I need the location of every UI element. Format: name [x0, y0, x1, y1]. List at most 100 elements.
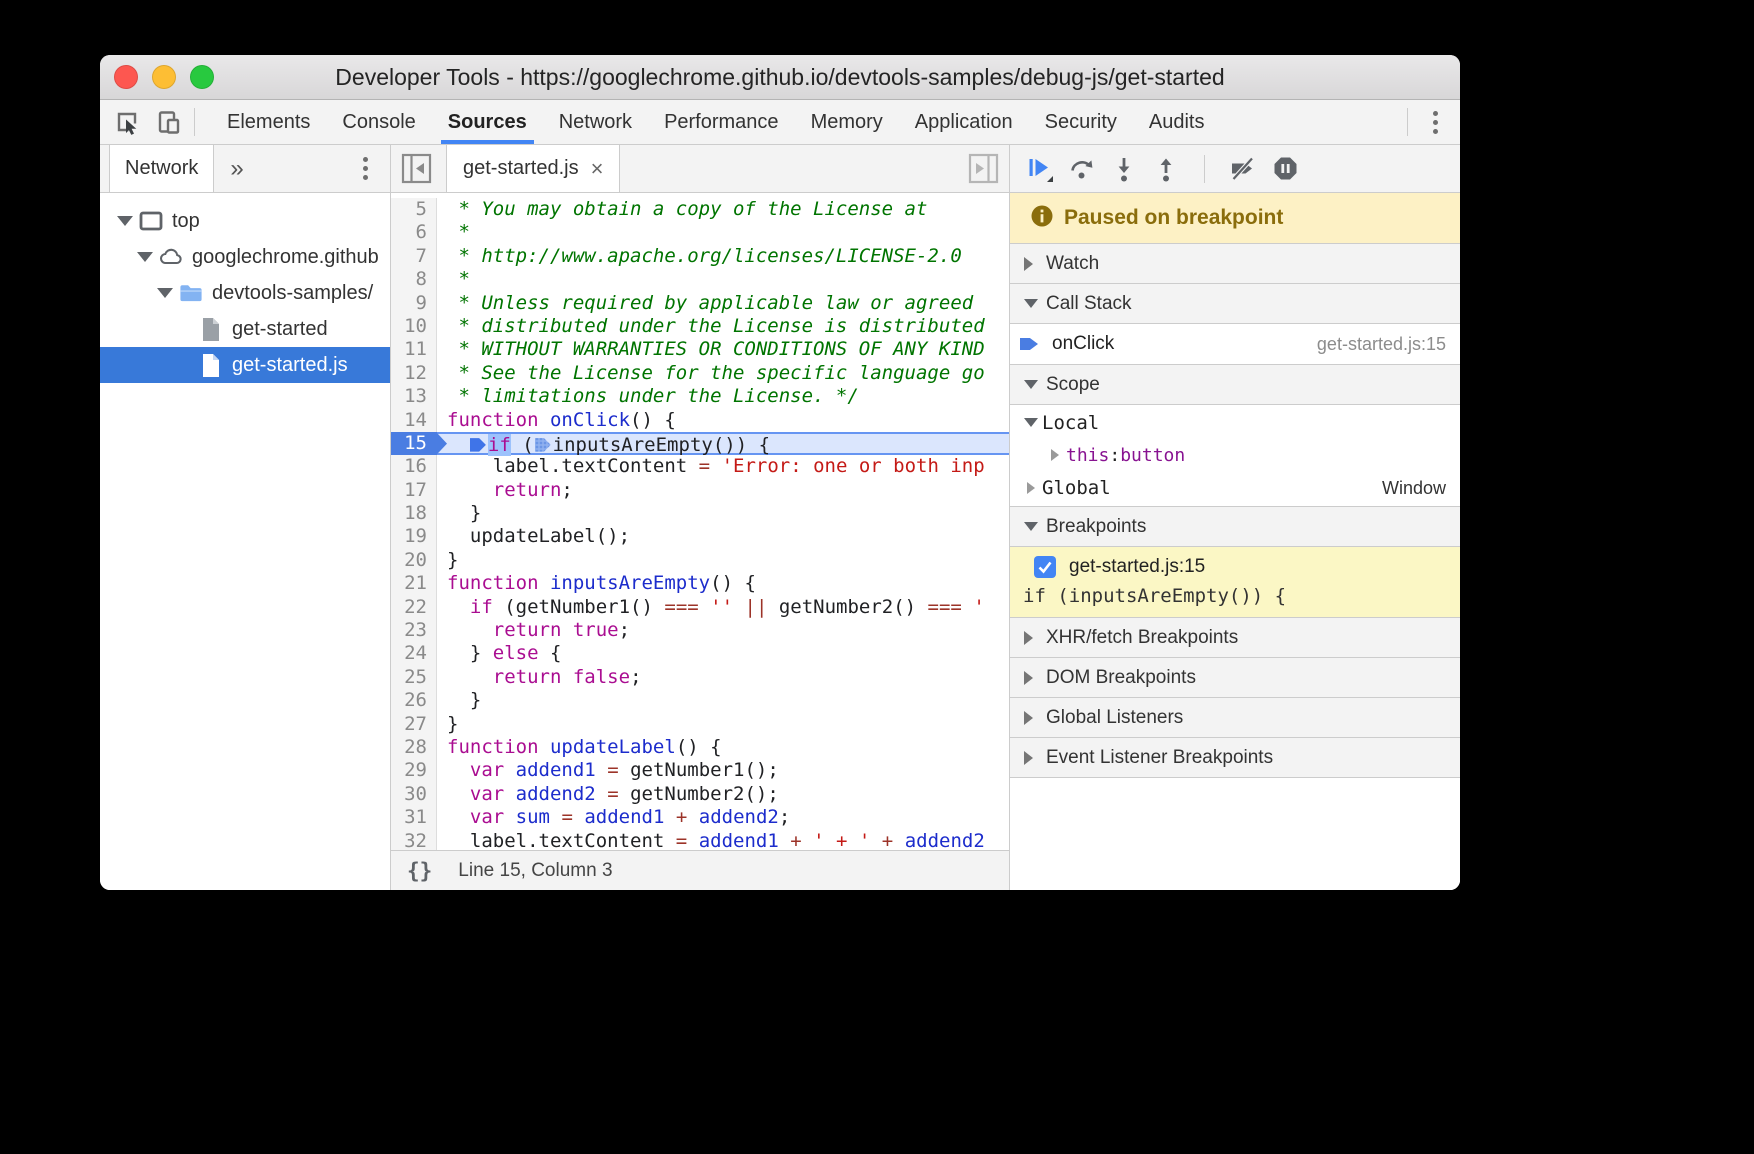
line-number[interactable]: 18 [391, 502, 437, 525]
section-header-breakpoints[interactable]: Breakpoints [1010, 507, 1460, 547]
toggle-navigator-icon[interactable] [401, 153, 432, 184]
breakpoint-checkbox[interactable] [1034, 556, 1056, 578]
scope-property-this[interactable]: this: button [1010, 440, 1460, 470]
code-line-text[interactable]: } [437, 713, 1009, 736]
navigator-overflow-chevron[interactable]: » [230, 155, 243, 183]
section-header-scope[interactable]: Scope [1010, 365, 1460, 405]
kebab-menu-icon[interactable] [1418, 105, 1452, 139]
tree-expand-arrow[interactable] [134, 252, 156, 262]
tree-item-devtools-samples[interactable]: devtools-samples/ [100, 275, 390, 311]
line-number[interactable]: 23 [391, 619, 437, 642]
code-line-text[interactable]: if (getNumber1() === '' || getNumber2() … [437, 596, 1009, 619]
scope-local[interactable]: Local [1010, 405, 1460, 440]
zoom-button[interactable] [190, 65, 214, 89]
tab-memory[interactable]: Memory [795, 100, 899, 144]
code-line-text[interactable]: function updateLabel() { [437, 736, 1009, 759]
line-number[interactable]: 8 [391, 268, 437, 291]
close-icon[interactable]: × [591, 158, 604, 180]
code-line-text[interactable]: label.textContent = 'Error: one or both … [437, 455, 1009, 478]
tab-sources[interactable]: Sources [432, 100, 543, 144]
title-bar[interactable]: Developer Tools - https://googlechrome.g… [100, 55, 1460, 100]
code-line-text[interactable]: function inputsAreEmpty() { [437, 572, 1009, 595]
editor-file-tab[interactable]: get-started.js × [446, 145, 620, 192]
close-button[interactable] [114, 65, 138, 89]
line-number[interactable]: 10 [391, 315, 437, 338]
code-line-text[interactable]: var addend2 = getNumber2(); [437, 783, 1009, 806]
line-number[interactable]: 12 [391, 362, 437, 385]
tab-performance[interactable]: Performance [648, 100, 795, 144]
line-number[interactable]: 16 [391, 455, 437, 478]
deactivate-breakpoints-icon[interactable] [1229, 155, 1257, 183]
code-line-text[interactable]: var sum = addend1 + addend2; [437, 806, 1009, 829]
tree-item-top[interactable]: top [100, 203, 390, 239]
line-number[interactable]: 24 [391, 642, 437, 665]
code-line-text[interactable]: * Unless required by applicable law or a… [437, 292, 1009, 315]
step-into-icon[interactable] [1110, 155, 1138, 183]
tab-elements[interactable]: Elements [211, 100, 326, 144]
resume-icon[interactable] [1026, 155, 1054, 183]
tab-console[interactable]: Console [326, 100, 431, 144]
code-line-text[interactable]: * [437, 268, 1009, 291]
line-number[interactable]: 30 [391, 783, 437, 806]
line-number[interactable]: 9 [391, 292, 437, 315]
line-number[interactable]: 13 [391, 385, 437, 408]
pretty-print-icon[interactable]: {} [407, 859, 432, 883]
tree-item-googlechrome-github[interactable]: googlechrome.github [100, 239, 390, 275]
navigator-kebab-menu-icon[interactable] [348, 152, 382, 186]
tree-expand-arrow[interactable] [114, 216, 136, 226]
code-line-text[interactable]: * See the License for the specific langu… [437, 362, 1009, 385]
code-line-text[interactable]: } else { [437, 642, 1009, 665]
toggle-debugger-icon[interactable] [968, 153, 999, 184]
line-number[interactable]: 21 [391, 572, 437, 595]
pause-on-exceptions-icon[interactable] [1271, 155, 1299, 183]
code-editor[interactable]: 5 * You may obtain a copy of the License… [391, 193, 1009, 850]
line-number[interactable]: 14 [391, 409, 437, 432]
line-number[interactable]: 7 [391, 245, 437, 268]
code-line-text[interactable]: function onClick() { [437, 409, 1009, 432]
line-number[interactable]: 6 [391, 221, 437, 244]
step-over-icon[interactable] [1068, 155, 1096, 183]
section-header-call-stack[interactable]: Call Stack [1010, 284, 1460, 324]
section-header-xhr-fetch-breakpoints[interactable]: XHR/fetch Breakpoints [1010, 618, 1460, 658]
section-header-event-listener-breakpoints[interactable]: Event Listener Breakpoints [1010, 738, 1460, 778]
code-line-text[interactable]: * limitations under the License. */ [437, 385, 1009, 408]
execution-line-number-badge[interactable]: 15 [391, 432, 437, 455]
code-line-text[interactable]: var addend1 = getNumber1(); [437, 759, 1009, 782]
line-number[interactable]: 27 [391, 713, 437, 736]
line-number[interactable]: 29 [391, 759, 437, 782]
line-number[interactable]: 22 [391, 596, 437, 619]
inspect-icon[interactable] [112, 107, 142, 137]
line-number[interactable]: 26 [391, 689, 437, 712]
line-number[interactable]: 28 [391, 736, 437, 759]
code-line-text[interactable]: * http://www.apache.org/licenses/LICENSE… [437, 245, 1009, 268]
line-number[interactable]: 11 [391, 338, 437, 361]
scope-global[interactable]: GlobalWindow [1010, 470, 1460, 506]
breakpoint-entry[interactable]: get-started.js:15if (inputsAreEmpty()) { [1010, 547, 1460, 617]
code-line-text[interactable]: if (inputsAreEmpty()) { [437, 432, 1009, 455]
section-header-dom-breakpoints[interactable]: DOM Breakpoints [1010, 658, 1460, 698]
code-line-text[interactable]: * distributed under the License is distr… [437, 315, 1009, 338]
section-header-watch[interactable]: Watch [1010, 244, 1460, 284]
line-number[interactable]: 31 [391, 806, 437, 829]
line-number[interactable]: 5 [391, 198, 437, 221]
step-out-icon[interactable] [1152, 155, 1180, 183]
line-number[interactable]: 17 [391, 479, 437, 502]
tab-network[interactable]: Network [543, 100, 648, 144]
line-number[interactable]: 19 [391, 525, 437, 548]
code-line-text[interactable]: * WITHOUT WARRANTIES OR CONDITIONS OF AN… [437, 338, 1009, 361]
device-toolbar-icon[interactable] [154, 107, 184, 137]
tree-item-get-started[interactable]: get-started [100, 311, 390, 347]
line-number[interactable]: 25 [391, 666, 437, 689]
navigator-tab-network[interactable]: Network [109, 145, 214, 192]
tab-security[interactable]: Security [1029, 100, 1133, 144]
code-line-text[interactable]: } [437, 549, 1009, 572]
section-header-global-listeners[interactable]: Global Listeners [1010, 698, 1460, 738]
tree-expand-arrow[interactable] [154, 288, 176, 298]
code-line-text[interactable]: } [437, 689, 1009, 712]
tree-item-get-started-js[interactable]: get-started.js [100, 347, 390, 383]
code-line-text[interactable]: * You may obtain a copy of the License a… [437, 198, 1009, 221]
code-line-text[interactable]: * [437, 221, 1009, 244]
code-line-text[interactable]: return true; [437, 619, 1009, 642]
line-number[interactable]: 32 [391, 830, 437, 850]
code-line-text[interactable]: } [437, 502, 1009, 525]
